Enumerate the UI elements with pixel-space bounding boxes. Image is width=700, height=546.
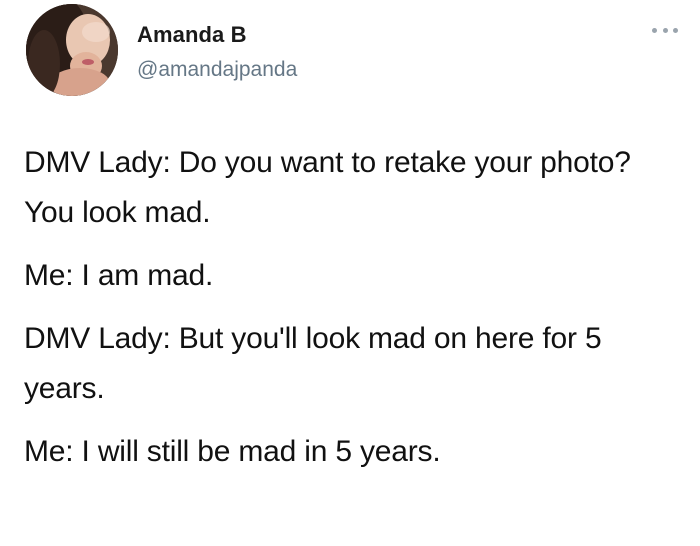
tweet-text: DMV Lady: Do you want to retake your pho… — [24, 138, 684, 490]
more-options-icon[interactable] — [652, 24, 678, 36]
display-name[interactable]: Amanda B — [137, 22, 247, 48]
avatar[interactable] — [26, 4, 118, 96]
dot — [673, 27, 678, 33]
dot — [662, 27, 668, 33]
tweet-paragraph: DMV Lady: But you'll look mad on here fo… — [24, 322, 602, 405]
tweet-paragraph: Me: I am mad. — [24, 259, 214, 292]
profile-photo-icon — [26, 4, 118, 96]
tweet-card: Amanda B @amandajpanda DMV Lady: Do you … — [0, 0, 700, 546]
dot — [652, 27, 657, 33]
tweet-paragraph: DMV Lady: Do you want to retake your pho… — [24, 146, 631, 229]
user-handle[interactable]: @amandajpanda — [137, 58, 297, 82]
tweet-paragraph: Me: I will still be mad in 5 years. — [24, 435, 441, 468]
